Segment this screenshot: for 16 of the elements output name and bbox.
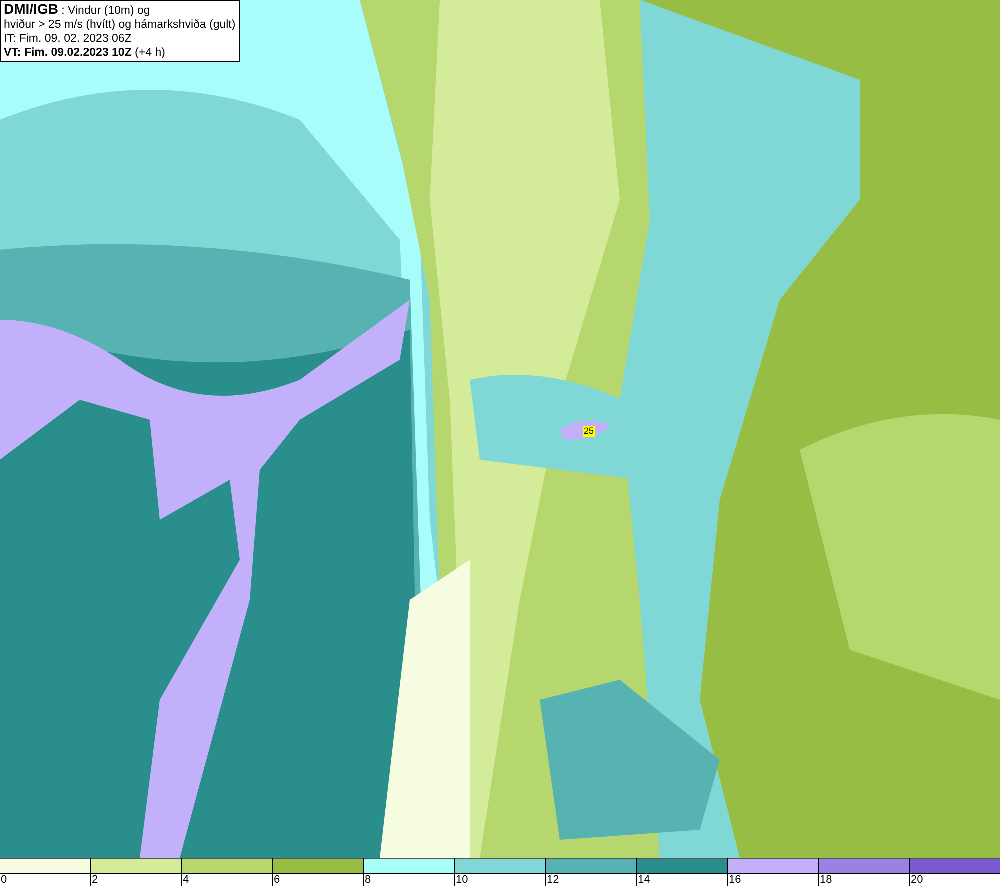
legend-label: 14 (638, 874, 650, 886)
legend-label: 2 (92, 874, 98, 886)
gust-label: 25 (583, 426, 596, 437)
info-text: hviður > 25 m/s (hvítt) og hámarkshviða (gult) (4, 18, 236, 32)
legend-label: 20 (911, 874, 924, 886)
legend-label: 18 (820, 874, 832, 886)
legend-label: 12 (547, 874, 560, 886)
info-text: DMI/IGB : Vindur (10m) og (4, 2, 152, 18)
legend-label: 4 (183, 874, 190, 886)
legend-label: 10 (456, 874, 468, 886)
legend-label: 0 (1, 874, 8, 886)
legend-label: 8 (365, 874, 372, 886)
info-text: IT: Fim. 09. 02. 2023 06Z (4, 32, 133, 46)
legend-label: 6 (274, 874, 280, 886)
info-text: VT: Fim. 09.02.2023 10Z (+4 h) (4, 46, 166, 60)
legend-label: 16 (729, 874, 742, 886)
